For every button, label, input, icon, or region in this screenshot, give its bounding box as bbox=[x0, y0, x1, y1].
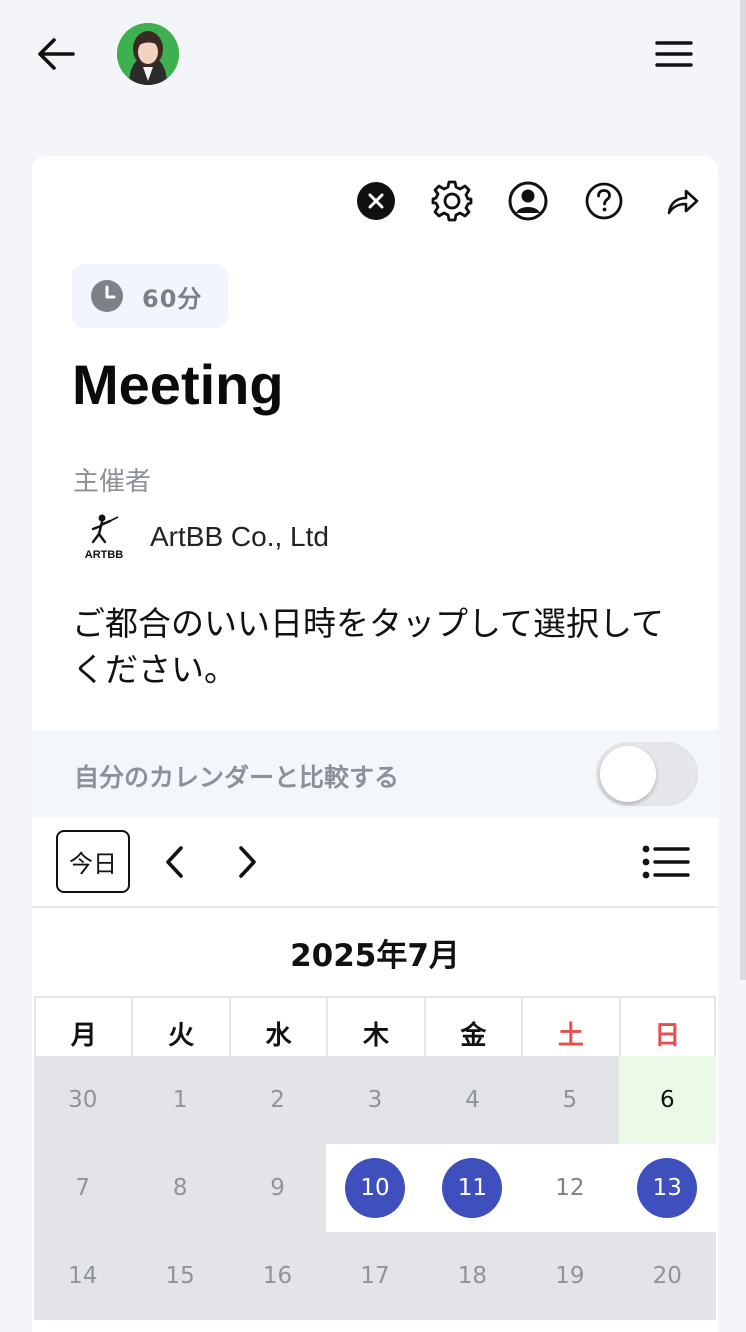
clock-icon bbox=[91, 280, 123, 312]
avatar[interactable] bbox=[117, 23, 179, 85]
available-date-marker: 11 bbox=[442, 1158, 503, 1218]
compare-calendar-toggle[interactable] bbox=[596, 742, 698, 806]
weekday-sun: 日 bbox=[618, 998, 716, 1056]
menu-button[interactable] bbox=[652, 36, 696, 72]
page-scrollbar[interactable] bbox=[740, 0, 746, 980]
help-icon bbox=[585, 182, 623, 220]
account-button[interactable] bbox=[490, 178, 566, 224]
calendar-day-available[interactable]: 10 bbox=[326, 1144, 424, 1232]
booking-card: 60分 Meeting 主催者 ARTBB ArtBB Co., Ltd ご都合… bbox=[32, 156, 718, 1332]
share-button[interactable] bbox=[642, 178, 700, 224]
gear-icon bbox=[431, 180, 473, 222]
calendar-day: 19 bbox=[521, 1232, 619, 1320]
month-title: 2025年7月 bbox=[290, 938, 460, 974]
event-title: Meeting bbox=[72, 353, 284, 416]
calendar-day: 15 bbox=[131, 1232, 229, 1320]
calendar-day: 12 bbox=[521, 1144, 619, 1232]
account-icon bbox=[508, 181, 548, 221]
arrow-left-icon bbox=[38, 38, 75, 70]
calendar-day: 5 bbox=[521, 1056, 619, 1144]
next-month-button[interactable] bbox=[228, 838, 268, 886]
avatar-image bbox=[117, 23, 179, 85]
calendar-day-today: 6 bbox=[618, 1056, 716, 1144]
weekday-sat: 土 bbox=[521, 998, 618, 1056]
weekday-header: 月 火 水 木 金 土 日 bbox=[34, 996, 716, 1056]
duration-text: 60分 bbox=[142, 284, 203, 313]
weekday-thu: 木 bbox=[326, 998, 423, 1056]
calendar-day: 9 bbox=[228, 1144, 327, 1232]
hamburger-menu-icon bbox=[655, 41, 693, 67]
calendar-day: 17 bbox=[326, 1232, 424, 1320]
weekday-fri: 金 bbox=[423, 998, 521, 1056]
calendar-day: 2 bbox=[228, 1056, 327, 1144]
calendar-day: 30 bbox=[34, 1056, 132, 1144]
weekday-wed: 水 bbox=[228, 998, 326, 1056]
available-date-marker: 10 bbox=[344, 1158, 405, 1218]
calendar-day: 20 bbox=[618, 1232, 716, 1320]
list-icon bbox=[642, 845, 690, 879]
calendar-day: 18 bbox=[423, 1232, 522, 1320]
weekday-tue: 火 bbox=[131, 998, 228, 1056]
calendar-day: 8 bbox=[131, 1144, 229, 1232]
card-toolbar bbox=[338, 178, 700, 224]
available-date-marker: 13 bbox=[637, 1158, 698, 1218]
prev-month-button[interactable] bbox=[154, 838, 194, 886]
chevron-right-icon bbox=[239, 846, 256, 878]
calendar-grid: 30 1 2 3 4 5 6 7 8 9 10 11 12 13 14 15 1… bbox=[34, 1056, 716, 1320]
close-button[interactable] bbox=[338, 178, 414, 224]
list-view-button[interactable] bbox=[640, 838, 692, 886]
organizer-logo: ARTBB bbox=[82, 512, 126, 561]
back-button[interactable] bbox=[34, 34, 78, 74]
calendar-day: 1 bbox=[131, 1056, 229, 1144]
weekday-mon: 月 bbox=[34, 998, 131, 1056]
svg-text:ARTBB: ARTBB bbox=[85, 549, 124, 560]
calendar-day: 7 bbox=[34, 1144, 132, 1232]
organizer-name: ArtBB Co., Ltd bbox=[150, 521, 329, 552]
calendar-day: 16 bbox=[228, 1232, 327, 1320]
compare-calendar-row: 自分のカレンダーと比較する bbox=[32, 730, 718, 818]
chevron-left-icon bbox=[166, 846, 183, 878]
organizer-label: 主催者 bbox=[73, 467, 152, 497]
close-icon bbox=[357, 182, 395, 220]
calendar-day: 4 bbox=[423, 1056, 522, 1144]
calendar-day: 14 bbox=[34, 1232, 132, 1320]
top-bar bbox=[0, 0, 746, 110]
share-icon bbox=[667, 189, 699, 215]
compare-calendar-label: 自分のカレンダーと比較する bbox=[74, 763, 400, 792]
instructions-text: ご都合のいい日時をタップして選択してください。 bbox=[72, 604, 665, 689]
calendar-day: 3 bbox=[326, 1056, 424, 1144]
calendar-nav: 今日 bbox=[32, 818, 718, 908]
help-button[interactable] bbox=[566, 178, 642, 224]
calendar-day-available[interactable]: 13 bbox=[618, 1144, 716, 1232]
calendar-day-available[interactable]: 11 bbox=[423, 1144, 522, 1232]
toggle-knob bbox=[600, 746, 656, 802]
duration-badge: 60分 bbox=[72, 264, 229, 328]
settings-button[interactable] bbox=[414, 178, 490, 224]
today-button[interactable]: 今日 bbox=[56, 830, 130, 893]
